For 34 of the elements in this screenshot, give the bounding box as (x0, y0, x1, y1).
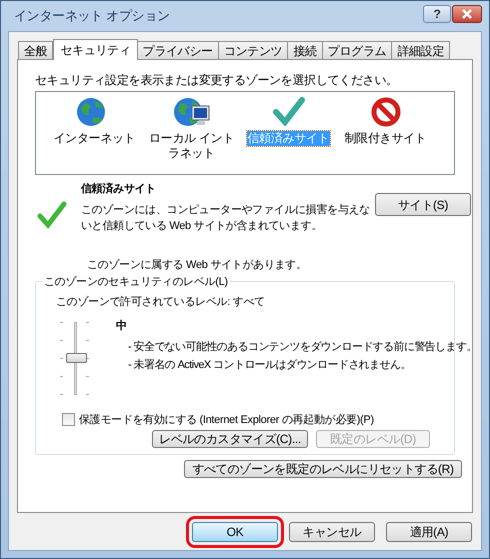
zone-item[interactable]: ローカル イントラネット (143, 131, 240, 161)
checkbox[interactable] (62, 413, 75, 426)
tab[interactable]: コンテンツ (218, 41, 288, 59)
level-description: - 未署名の ActiveX コントロールはダウンロードされません。 (128, 358, 412, 372)
zone-item[interactable]: インターネット (52, 131, 136, 146)
zone-title: 信頼済みサイト (81, 182, 157, 197)
zone-description: このゾーンには、コンピューターやファイルに損害を与えないと信頼している Web サイトが含まれています。 (81, 202, 371, 234)
tab[interactable]: プライバシー (136, 41, 219, 59)
allowed-level-text: このゾーンで許可されているレベル: すべて (55, 294, 266, 310)
check-icon (37, 199, 67, 229)
close-icon (461, 9, 473, 19)
tab[interactable]: 接続 (287, 41, 323, 59)
reset-button[interactable]: すべてのゾーンを既定のレベルにリセットする(R) (184, 460, 462, 478)
help-button[interactable]: ? (423, 5, 451, 23)
globe-computer-icon[interactable] (172, 96, 212, 128)
level-description: - 安全でない可能性のあるコンテンツをダウンロードする前に警告します。 (128, 340, 477, 354)
tab[interactable]: プログラム (322, 41, 392, 59)
prohibited-icon[interactable] (370, 96, 402, 128)
check-icon[interactable] (272, 96, 304, 128)
checkbox-label: 保護モードを有効にする (Internet Explorer の再起動が必要)(P) (79, 412, 374, 428)
close-button[interactable] (452, 5, 482, 23)
level-name: 中 (116, 318, 128, 334)
tab[interactable]: 詳細設定 (391, 41, 450, 59)
tab[interactable]: セキュリティ (53, 39, 138, 60)
dialog-button[interactable]: 適用(A) (386, 522, 472, 542)
dialog-button[interactable]: キャンセル (289, 522, 375, 542)
level-button[interactable]: レベルのカスタマイズ(C)... (152, 430, 308, 448)
tab[interactable]: 全般 (18, 41, 54, 59)
sites-button[interactable]: サイト(S) (375, 193, 471, 216)
zone-note: このゾーンに属する Web サイトがあります。 (86, 258, 308, 272)
zone-item[interactable]: 制限付きサイト (344, 131, 428, 146)
window-title: インターネット オプション (13, 7, 170, 26)
instruction-text: セキュリティ設定を表示または変更するゾーンを選択してください。 (35, 72, 399, 88)
group-legend: このゾーンのセキュリティのレベル(L) (42, 274, 230, 290)
